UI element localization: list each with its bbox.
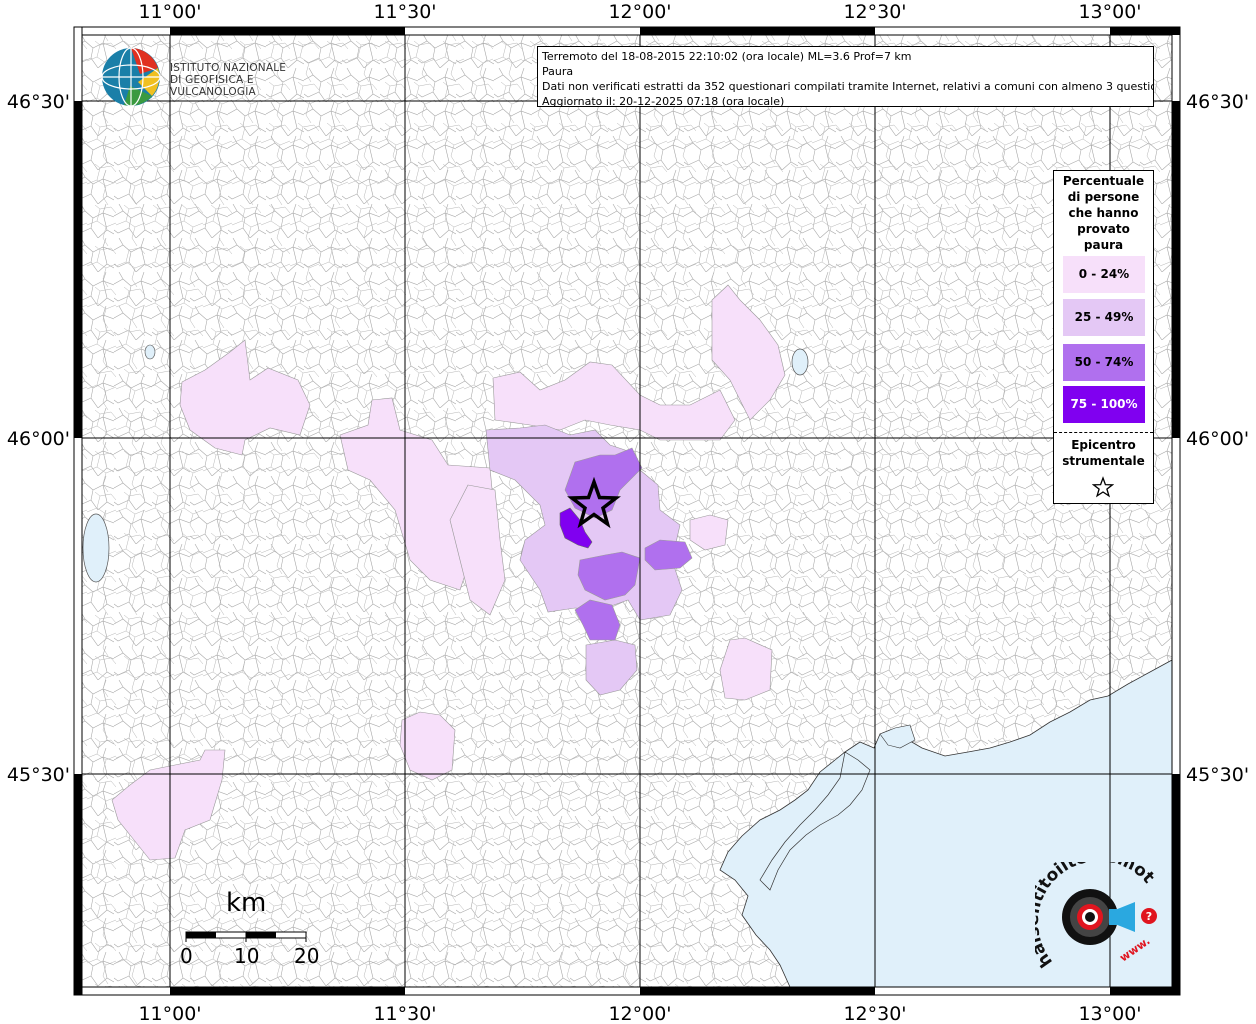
lat-label: 46°30': [1186, 91, 1249, 113]
legend-title-line: Percentuale: [1062, 174, 1145, 188]
lon-label: 12°30': [843, 1, 906, 23]
lon-label: 12°00': [608, 1003, 671, 1024]
lat-labels-right: 46°30' 46°00' 45°30': [1186, 91, 1249, 786]
event-info-box: Terremoto del 18-08-2015 22:10:02 (ora l…: [537, 46, 1154, 107]
lat-label: 45°30': [1186, 764, 1249, 786]
scale-tick: 20: [294, 944, 320, 968]
lon-label: 12°30': [843, 1003, 906, 1024]
lon-label: 13°00': [1078, 1003, 1141, 1024]
lat-label: 46°00': [7, 428, 70, 450]
legend-class-0: 0 - 24%: [1063, 256, 1145, 293]
hst-logo-graphic: ? haisentitoilterremoto.it www.: [1023, 846, 1158, 971]
lat-label: 46°30': [7, 91, 70, 113]
legend-title-line: paura: [1083, 238, 1124, 252]
lat-label: 45°30': [7, 764, 70, 786]
legend-epicenter-line: Epicentro: [1071, 438, 1136, 452]
map-parameter: Paura: [542, 65, 574, 78]
scale-tick: 10: [234, 944, 260, 968]
ingv-logo: ISTITUTO NAZIONALE DI GEOFISICA E VULCAN…: [100, 46, 320, 108]
lat-label: 46°00': [1186, 428, 1249, 450]
lon-label: 13°00': [1078, 1, 1141, 23]
hst-question-icon: ?: [1146, 910, 1152, 923]
lon-label: 11°30': [373, 1003, 436, 1024]
ingv-name: ISTITUTO NAZIONALE DI GEOFISICA E VULCAN…: [170, 62, 320, 98]
scale-bar: km 0 10 20: [178, 888, 328, 968]
lake-santa-croce: [791, 348, 809, 376]
legend-epicenter-label: Epicentro strumentale: [1054, 437, 1153, 469]
legend: Percentuale di persone che hanno provato…: [1053, 170, 1154, 504]
legend-class-1: 25 - 49%: [1063, 299, 1145, 336]
lat-labels-left: 46°30' 46°00' 45°30': [7, 91, 70, 786]
ingv-name-line2: DI GEOFISICA E VULCANOLOGIA: [170, 74, 256, 98]
hst-logo: ? haisentitoilterremoto.it www.: [1023, 846, 1165, 982]
lon-labels-top: 11°00' 11°30' 12°00' 12°30' 13°00': [138, 1, 1141, 23]
legend-epicenter-line: strumentale: [1062, 454, 1145, 468]
event-title: Terremoto del 18-08-2015 22:10:02 (ora l…: [542, 50, 912, 63]
legend-title-line: provato: [1077, 222, 1130, 236]
ingv-name-line1: ISTITUTO NAZIONALE: [170, 62, 287, 74]
legend-title: Percentuale di persone che hanno provato…: [1054, 173, 1153, 253]
lon-label: 12°00': [608, 1, 671, 23]
legend-divider: [1054, 432, 1153, 433]
lon-label: 11°00': [138, 1003, 201, 1024]
lon-label: 11°30': [373, 1, 436, 23]
legend-title-line: che hanno: [1068, 206, 1139, 220]
lake-garda: [82, 513, 110, 583]
lon-labels-bottom: 11°00' 11°30' 12°00' 12°30' 13°00': [138, 1003, 1141, 1024]
lon-label: 11°00': [138, 1, 201, 23]
star-icon: [1092, 476, 1114, 498]
legend-class-3: 75 - 100%: [1063, 386, 1145, 423]
update-timestamp: Aggiornato il: 20-12-2025 07:18 (ora loc…: [542, 95, 785, 107]
scale-unit: km: [226, 888, 267, 918]
legend-class-2: 50 - 74%: [1063, 344, 1145, 381]
scale-tick: 0: [180, 944, 193, 968]
hst-www-text: www.: [1117, 934, 1152, 964]
ingv-globe-icon: [101, 47, 161, 107]
legend-title-line: di persone: [1067, 190, 1140, 204]
data-note: Dati non verificati estratti da 352 ques…: [542, 80, 1154, 93]
